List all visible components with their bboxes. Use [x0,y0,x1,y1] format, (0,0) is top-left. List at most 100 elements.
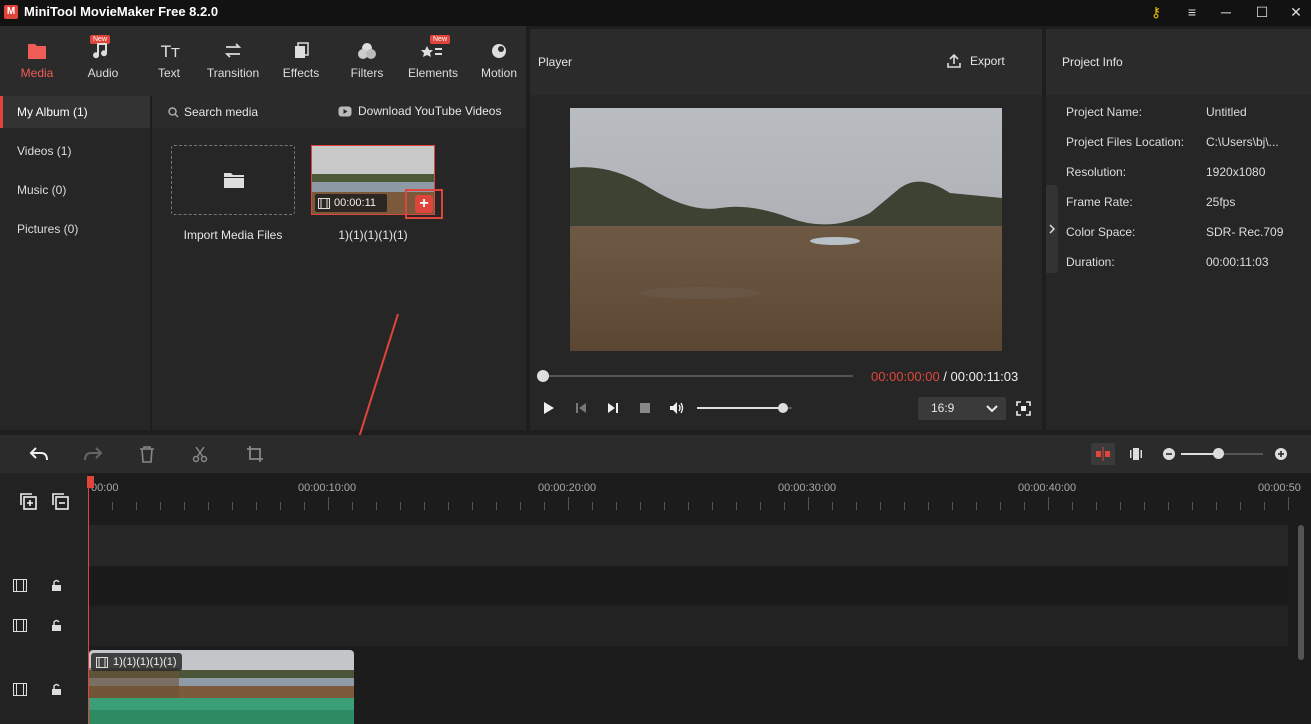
zoom-in-icon[interactable] [1274,447,1288,461]
maximize-button[interactable]: ☐ [1247,0,1277,26]
timeline-scrollbar[interactable] [1298,525,1304,660]
player-title: Player [538,55,573,69]
info-value-duration: 00:00:11:03 [1206,255,1269,269]
play-icon[interactable] [541,400,557,416]
tab-effects[interactable]: Effects [268,26,334,96]
timeline-zoom-handle[interactable] [1212,448,1224,459]
sidebar-item-pictures[interactable]: Pictures (0) [0,213,150,245]
film-icon [318,197,330,209]
track-manager-icon[interactable] [52,493,69,510]
youtube-icon [338,106,352,116]
collapse-panel-handle[interactable] [1046,185,1058,273]
title-bar: M MiniTool MovieMaker Free 8.2.0 ⚷ ≡ ─ ☐… [0,0,1311,26]
info-value-project-name: Untitled [1206,105,1247,119]
import-media-label: Import Media Files [183,228,283,242]
search-media-label: Search media [184,105,259,119]
track-row-overlay-2[interactable] [88,606,1288,646]
split-scissors-icon[interactable] [192,445,208,463]
ruler-label: 00:00:40:00 [1018,482,1077,494]
time-separator: / [939,369,951,384]
stop-icon[interactable] [637,400,653,416]
download-youtube-button[interactable]: Download YouTube Videos [338,104,501,118]
chevron-down-icon [986,405,998,413]
tab-text[interactable]: Tт Text [136,26,202,96]
filters-icon [358,43,376,59]
snap-toggle[interactable] [1091,443,1115,465]
folder-icon [28,44,46,59]
close-button[interactable]: ✕ [1281,0,1311,26]
media-sidebar: My Album (1) Videos (1) Music (0) Pictur… [0,96,150,430]
project-info-header: Project Info [1046,29,1311,95]
tab-transition[interactable]: Transition [200,26,266,96]
export-button[interactable]: Export [946,53,1005,69]
project-info-title: Project Info [1062,55,1123,69]
music-note-icon [93,43,108,59]
sidebar-item-music[interactable]: Music (0) [0,174,150,206]
zoom-out-icon[interactable] [1162,447,1176,461]
timeline-ruler[interactable] [88,473,1311,523]
fit-timeline-icon[interactable] [1129,446,1143,462]
sidebar-item-my-album[interactable]: My Album (1) [0,96,150,128]
aspect-ratio-select[interactable]: 16:9 [918,397,1006,420]
volume-fill [697,407,783,409]
minimize-button[interactable]: ─ [1211,0,1241,26]
import-media-button[interactable] [171,145,295,215]
delete-icon[interactable] [139,445,155,463]
player-header: Player Export [530,29,1042,95]
clip-duration-badge: 00:00:11 [315,194,387,212]
export-label: Export [970,54,1005,68]
tab-filters[interactable]: Filters [334,26,400,96]
ruler-label: 00:00 [91,482,119,494]
info-key-project-name: Project Name: [1066,105,1143,119]
search-icon [168,106,179,118]
redo-icon[interactable] [83,445,103,463]
fullscreen-icon[interactable] [1016,401,1031,416]
timeline-clip-name: 1)(1)(1)(1)(1) [113,656,177,668]
app-title: MiniTool MovieMaker Free 8.2.0 [24,4,219,19]
tab-effects-label: Effects [282,66,320,80]
info-value-files-location: C:\Users\bj\... [1206,135,1279,149]
effects-icon [295,42,309,58]
lock-icon[interactable] [51,619,62,632]
tab-elements[interactable]: New Elements [400,26,466,96]
playhead-handle[interactable] [87,476,94,488]
clip-duration: 00:00:11 [334,197,377,209]
video-preview [570,108,1002,351]
main-toolbar: Media New Audio Tт Text Transition Effec… [0,26,526,96]
key-icon[interactable]: ⚷ [1141,0,1171,26]
lock-icon[interactable] [51,683,62,696]
lock-icon[interactable] [51,579,62,592]
folder-icon [224,173,244,188]
download-youtube-label: Download YouTube Videos [358,104,502,118]
tab-media[interactable]: Media [4,26,70,96]
volume-handle[interactable] [778,403,788,413]
track-row-overlay-1[interactable] [88,567,1288,605]
menu-icon[interactable]: ≡ [1177,0,1207,26]
motion-icon [492,44,506,58]
film-icon [13,683,27,696]
add-to-timeline-button[interactable]: + [405,189,443,219]
crop-icon[interactable] [246,445,264,463]
app-logo: M [4,5,18,19]
player-timecode: 00:00:00:00 / 00:00:11:03 [871,369,1018,384]
tab-motion[interactable]: Motion [466,26,532,96]
info-value-color-space: SDR- Rec.709 [1206,225,1284,239]
previous-frame-icon[interactable] [573,400,589,416]
svg-text:Tт: Tт [160,42,180,61]
add-track-icon[interactable] [20,493,37,510]
player-progress-handle[interactable] [537,370,549,382]
sidebar-item-videos[interactable]: Videos (1) [0,135,150,167]
undo-icon[interactable] [29,445,49,463]
current-time: 00:00:00:00 [871,369,940,384]
timeline-video-clip[interactable]: 1)(1)(1)(1)(1) [89,650,354,724]
film-icon [13,619,27,632]
next-frame-icon[interactable] [605,400,621,416]
tab-media-label: Media [20,66,54,80]
search-media[interactable]: Search media [168,105,258,119]
volume-icon[interactable] [668,400,686,416]
playhead[interactable] [88,476,89,724]
player-progress-track[interactable] [543,375,853,377]
media-header: Search media Download YouTube Videos [152,96,526,128]
track-row-text[interactable] [88,525,1288,566]
tab-audio[interactable]: New Audio [70,26,136,96]
